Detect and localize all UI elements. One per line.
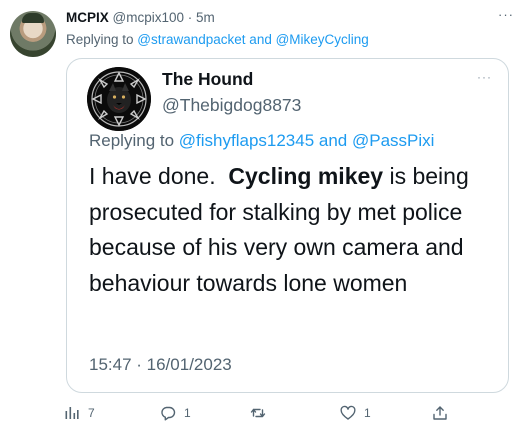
share-button[interactable] — [432, 403, 448, 423]
share-icon — [433, 406, 447, 420]
quoted-replying-prefix: Replying to — [89, 131, 179, 150]
quoted-tweet[interactable]: The Hound @Thebigdog8873 ··· Replying to… — [66, 58, 509, 393]
author-handle-time: @mcpix100 · 5m — [112, 10, 215, 25]
like-button[interactable]: 1 — [340, 403, 371, 423]
quoted-author-name[interactable]: The Hound — [162, 69, 253, 90]
views-count: 7 — [88, 406, 95, 420]
views-icon — [65, 407, 79, 419]
reply-count: 1 — [184, 406, 191, 420]
like-count: 1 — [364, 406, 371, 420]
retweet-button[interactable] — [250, 403, 274, 423]
quoted-author-handle[interactable]: @Thebigdog8873 — [162, 95, 301, 116]
quoted-tweet-text: I have done. Cycling mikey is being pros… — [89, 159, 504, 301]
replying-prefix: Replying to — [66, 32, 138, 47]
replying-to-links[interactable]: @strawandpacket and @MikeyCycling — [137, 32, 369, 47]
action-bar: 7 1 1 — [0, 400, 526, 428]
tweet-header: MCPIX @mcpix100 · 5m — [66, 10, 506, 30]
retweet-icon — [250, 408, 266, 418]
quoted-text-bold: Cycling mikey — [228, 163, 384, 189]
more-icon[interactable]: ··· — [496, 8, 516, 24]
quoted-text-start: I have done. — [89, 163, 216, 189]
quoted-replying-to: Replying to @fishyflaps12345 and @PassPi… — [89, 131, 434, 151]
replying-to: Replying to @strawandpacket and @MikeyCy… — [66, 32, 369, 47]
avatar[interactable] — [10, 11, 56, 57]
quoted-replying-to-links[interactable]: @fishyflaps12345 and @PassPixi — [179, 131, 435, 150]
reply-icon — [161, 406, 176, 421]
quoted-avatar[interactable] — [87, 67, 151, 131]
like-icon — [340, 405, 356, 420]
quoted-timestamp[interactable]: 15:47 · 16/01/2023 — [89, 355, 232, 375]
author-name[interactable]: MCPIX — [66, 10, 109, 25]
views-button[interactable]: 7 — [64, 403, 95, 423]
reply-button[interactable]: 1 — [160, 403, 191, 423]
rottweiler-logo-icon — [87, 67, 151, 131]
tweet[interactable]: MCPIX @mcpix100 · 5m ··· Replying to @st… — [0, 0, 526, 431]
quoted-more-icon[interactable]: ··· — [477, 71, 492, 83]
